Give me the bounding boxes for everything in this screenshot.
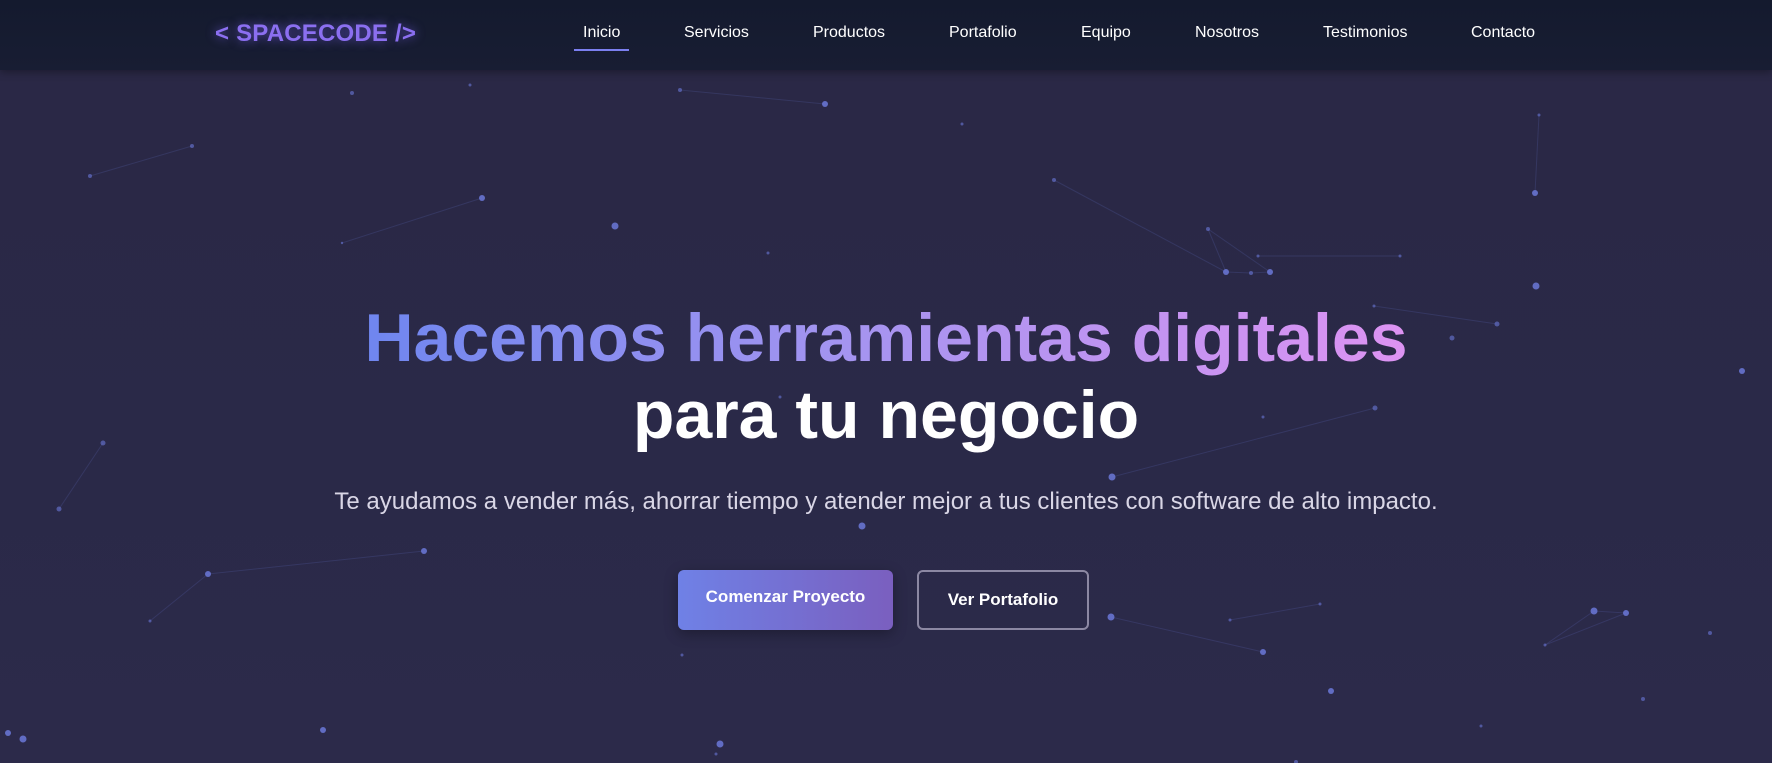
start-project-button[interactable]: Comenzar Proyecto [678,570,893,630]
nav-link-portafolio[interactable]: Portafolio [949,24,1017,42]
nav-link-inicio[interactable]: Inicio [583,24,620,42]
active-nav-indicator [574,49,629,51]
nav-link-nosotros[interactable]: Nosotros [1195,24,1259,42]
nav-link-testimonios[interactable]: Testimonios [1323,24,1407,42]
view-portfolio-button[interactable]: Ver Portafolio [917,570,1089,630]
site-logo[interactable]: < SPACECODE /> [215,20,416,48]
top-navbar: < SPACECODE /> Inicio Servicios Producto… [0,0,1772,70]
hero-section: Hacemos herramientas digitales para tu n… [0,70,1772,763]
nav-link-productos[interactable]: Productos [813,24,885,42]
hero-subtitle: Te ayudamos a vender más, ahorrar tiempo… [334,488,1438,515]
hero-title-rest: para tu negocio [632,377,1140,453]
nav-link-contacto[interactable]: Contacto [1471,24,1535,42]
nav-link-servicios[interactable]: Servicios [684,24,749,42]
nav-link-equipo[interactable]: Equipo [1081,24,1131,42]
hero-title-highlight: Hacemos herramientas digitales [364,300,1408,376]
